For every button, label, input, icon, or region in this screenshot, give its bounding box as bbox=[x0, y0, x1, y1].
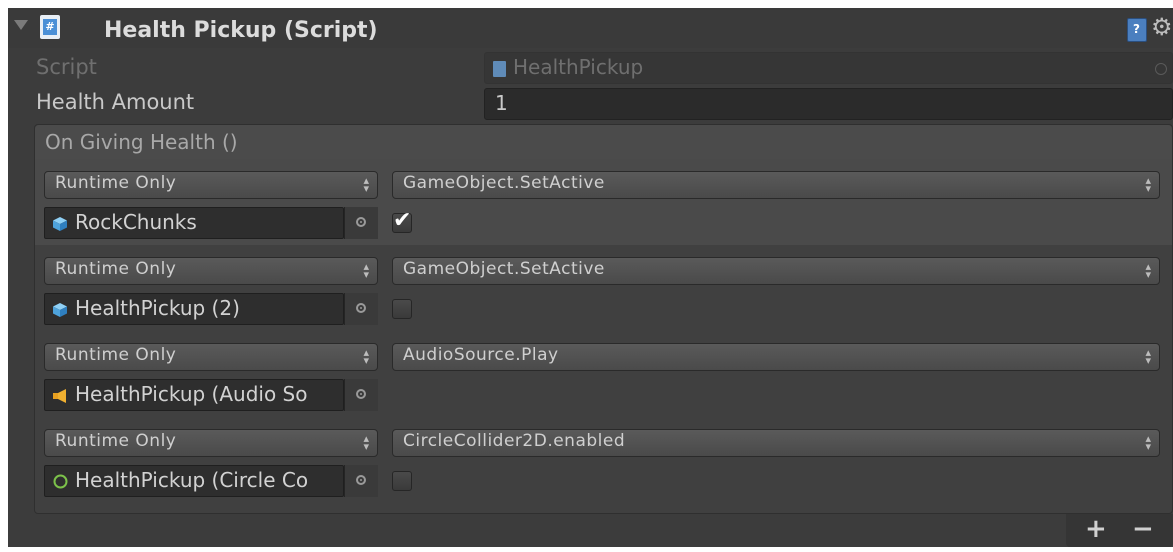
dropdown-arrows-icon: ▴ ▾ bbox=[1145, 174, 1151, 195]
script-field[interactable]: HealthPickup bbox=[484, 52, 1173, 84]
runtime-mode-label: Runtime Only bbox=[55, 345, 177, 365]
gear-icon[interactable]: ⚙ bbox=[1151, 13, 1173, 41]
script-label: Script bbox=[36, 55, 97, 79]
dropdown-arrows-icon: ▴ ▾ bbox=[363, 432, 369, 453]
dropdown-arrows-icon: ▴ ▾ bbox=[1145, 260, 1151, 281]
function-dropdown[interactable]: CircleCollider2D.enabled ▴ ▾ bbox=[392, 429, 1160, 457]
remove-entry-button[interactable]: − bbox=[1132, 514, 1154, 544]
target-object-field[interactable]: HealthPickup (2) bbox=[44, 293, 344, 325]
script-target-icon bbox=[1155, 63, 1167, 75]
runtime-mode-dropdown[interactable]: Runtime Only ▴ ▾ bbox=[44, 257, 378, 285]
parameter-checkbox[interactable] bbox=[392, 299, 412, 319]
foldout-arrow-icon[interactable] bbox=[14, 20, 28, 30]
dropdown-arrows-icon: ▴ ▾ bbox=[1145, 346, 1151, 367]
dropdown-arrows-icon: ▴ ▾ bbox=[363, 346, 369, 367]
health-amount-label: Health Amount bbox=[36, 90, 195, 114]
target-object-field[interactable]: HealthPickup (Circle Co bbox=[44, 465, 344, 497]
dropdown-arrows-icon: ▴ ▾ bbox=[1145, 432, 1151, 453]
function-label: CircleCollider2D.enabled bbox=[403, 431, 626, 451]
runtime-mode-label: Runtime Only bbox=[55, 431, 177, 451]
object-picker-button[interactable] bbox=[344, 465, 378, 497]
runtime-mode-dropdown[interactable]: Runtime Only ▴ ▾ bbox=[44, 343, 378, 371]
target-object-label: HealthPickup (2) bbox=[75, 296, 240, 320]
health-amount-value: 1 bbox=[495, 91, 508, 115]
parameter-checkbox[interactable] bbox=[392, 471, 412, 491]
script-file-icon: # bbox=[40, 15, 60, 39]
list-footer bbox=[1066, 514, 1173, 547]
event-header-label: On Giving Health () bbox=[45, 130, 238, 154]
inspector-panel: # Health Pickup (Script) ? ⚙ Script Heal… bbox=[8, 8, 1173, 547]
target-object-field[interactable]: HealthPickup (Audio So bbox=[44, 379, 344, 411]
function-dropdown[interactable]: AudioSource.Play ▴ ▾ bbox=[392, 343, 1160, 371]
function-dropdown[interactable]: GameObject.SetActive ▴ ▾ bbox=[392, 171, 1160, 199]
component-header[interactable]: # Health Pickup (Script) ? ⚙ bbox=[8, 8, 1173, 48]
object-picker-button[interactable] bbox=[344, 293, 378, 325]
circle-collider-icon bbox=[53, 474, 68, 489]
runtime-mode-label: Runtime Only bbox=[55, 259, 177, 279]
parameter-checkbox[interactable]: ✔ bbox=[392, 208, 412, 233]
function-dropdown[interactable]: GameObject.SetActive ▴ ▾ bbox=[392, 257, 1160, 285]
help-book-icon[interactable]: ? bbox=[1127, 18, 1147, 42]
dropdown-arrows-icon: ▴ ▾ bbox=[363, 174, 369, 195]
audio-source-icon bbox=[53, 388, 67, 403]
function-label: AudioSource.Play bbox=[403, 345, 559, 365]
object-picker-icon bbox=[356, 389, 366, 399]
target-object-label: HealthPickup (Audio So bbox=[75, 382, 308, 406]
gameobject-cube-icon bbox=[53, 302, 67, 317]
runtime-mode-label: Runtime Only bbox=[55, 173, 177, 193]
object-picker-button[interactable] bbox=[344, 379, 378, 411]
event-box: On Giving Health () Runtime Only ▴ ▾ Game… bbox=[34, 124, 1173, 514]
runtime-mode-dropdown[interactable]: Runtime Only ▴ ▾ bbox=[44, 171, 378, 199]
function-label: GameObject.SetActive bbox=[403, 173, 605, 193]
dropdown-arrows-icon: ▴ ▾ bbox=[363, 260, 369, 281]
event-header: On Giving Health () bbox=[35, 125, 1172, 160]
target-object-field[interactable]: RockChunks bbox=[44, 207, 344, 239]
add-entry-button[interactable]: + bbox=[1085, 514, 1107, 544]
component-title: Health Pickup (Script) bbox=[104, 18, 378, 43]
object-picker-icon bbox=[356, 475, 366, 485]
health-amount-input[interactable]: 1 bbox=[484, 88, 1173, 120]
target-object-label: HealthPickup (Circle Co bbox=[75, 468, 309, 492]
function-label: GameObject.SetActive bbox=[403, 259, 605, 279]
gameobject-cube-icon bbox=[53, 216, 67, 231]
script-asset-icon bbox=[493, 61, 506, 77]
object-picker-button[interactable] bbox=[344, 207, 378, 239]
object-picker-icon bbox=[356, 217, 366, 227]
runtime-mode-dropdown[interactable]: Runtime Only ▴ ▾ bbox=[44, 429, 378, 457]
object-picker-icon bbox=[356, 303, 366, 313]
script-value: HealthPickup bbox=[513, 55, 644, 79]
target-object-label: RockChunks bbox=[75, 210, 197, 234]
checkmark-icon: ✔ bbox=[393, 208, 412, 233]
